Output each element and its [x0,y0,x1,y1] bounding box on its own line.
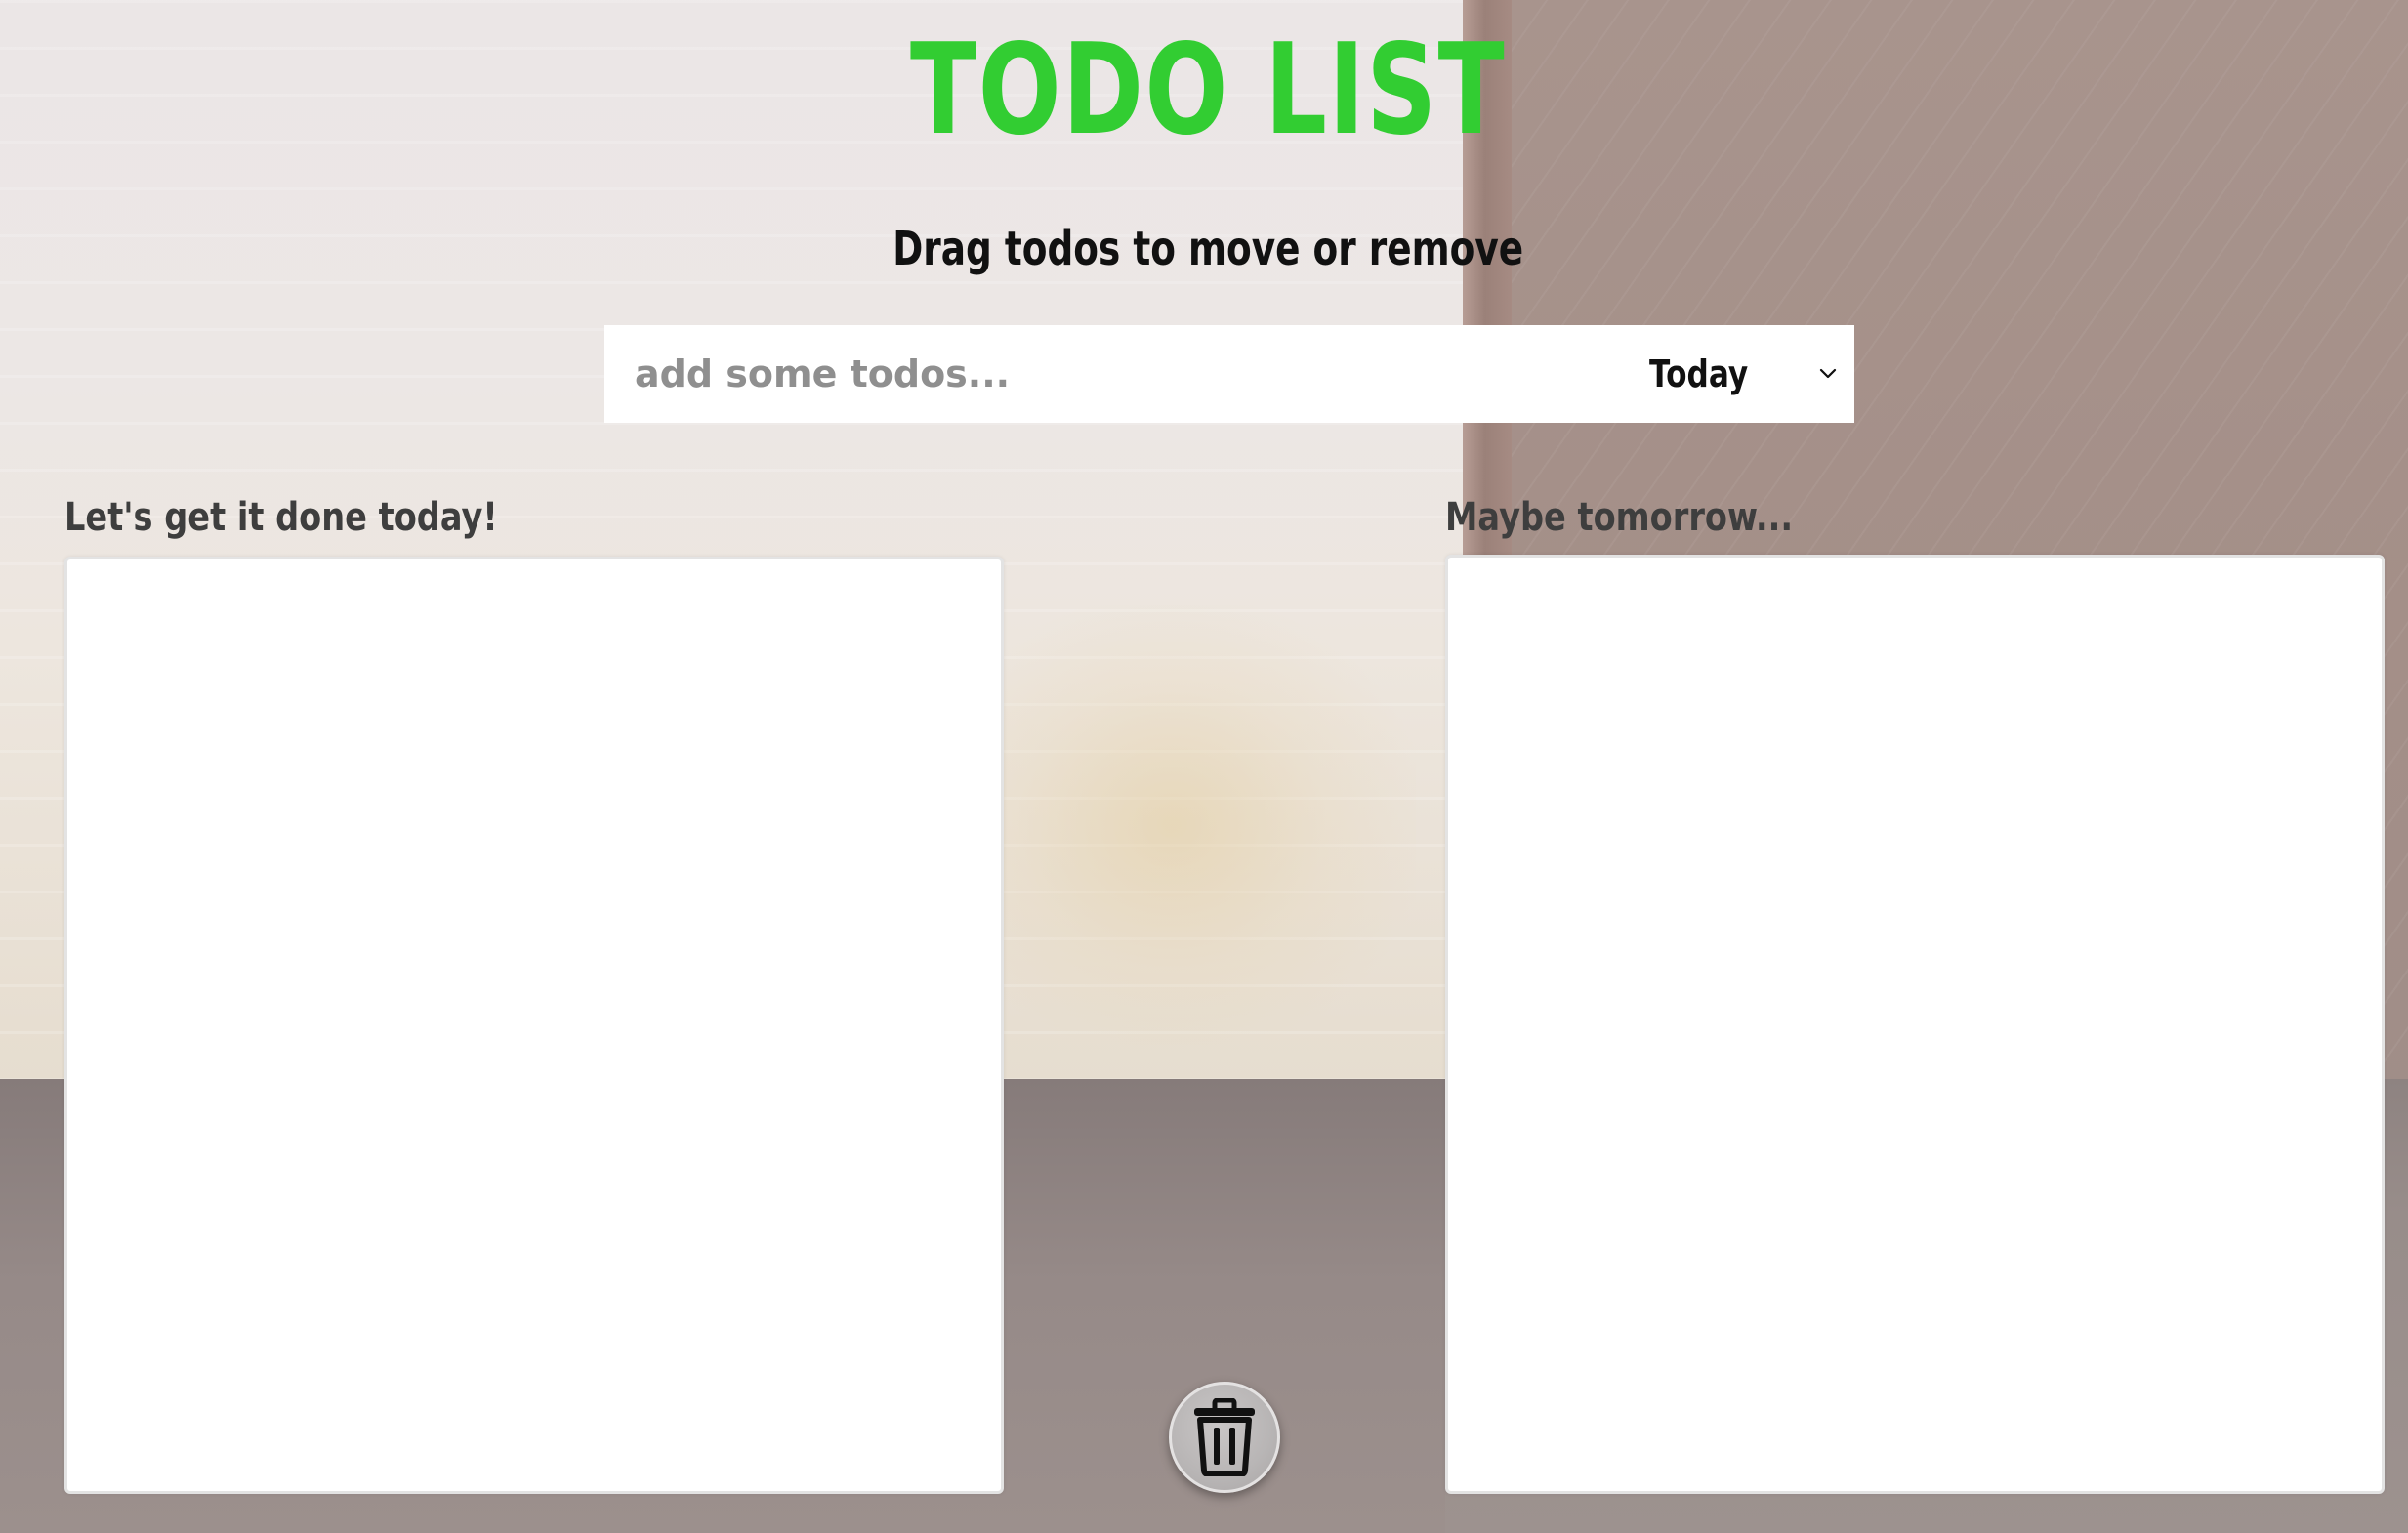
page-subtitle: Drag todos to move or remove [893,222,1524,276]
page-title: TODO LIST [910,18,1507,163]
day-select[interactable]: Today [1649,325,1854,423]
trash-icon [1194,1398,1255,1476]
todo-input[interactable] [604,324,1649,424]
trash-button[interactable] [1169,1382,1280,1493]
today-todo-list[interactable] [64,557,1004,1494]
day-select-value: Today [1649,352,1749,395]
add-todo-form: Today [604,324,1854,424]
tomorrow-heading: Maybe tomorrow... [1445,495,1794,540]
today-heading: Let's get it done today! [64,495,498,540]
tomorrow-todo-list[interactable] [1445,555,2385,1494]
chevron-down-icon [1819,368,1837,379]
